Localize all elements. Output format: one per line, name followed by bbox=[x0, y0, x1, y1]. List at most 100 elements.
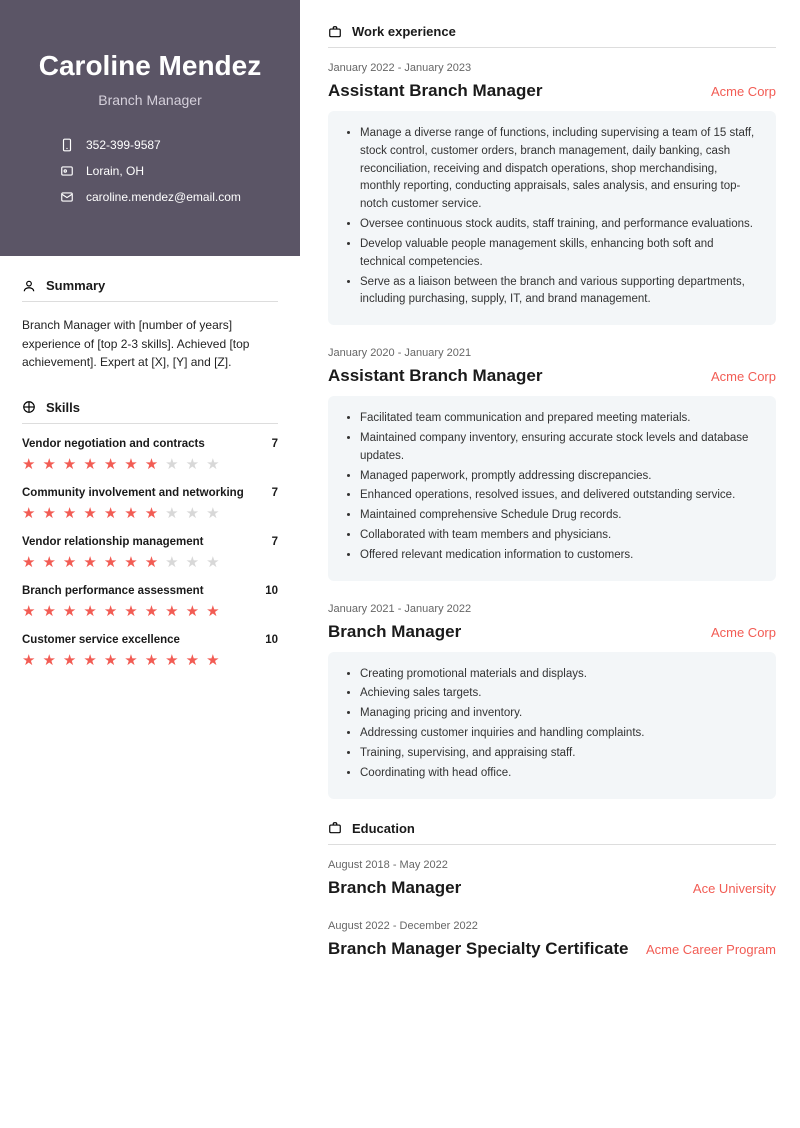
skills-icon bbox=[22, 400, 36, 414]
skill-item: Branch performance assessment 10 ★ ★ ★ ★ ★ ★ ★ ★ ★… bbox=[22, 585, 278, 620]
bullet-item: Facilitated team communication and prepa… bbox=[360, 410, 760, 428]
star-icon: ★ bbox=[22, 455, 35, 473]
person-title: Branch Manager bbox=[20, 92, 280, 108]
star-icon: ★ bbox=[186, 602, 199, 620]
divider bbox=[22, 301, 278, 302]
email-text: caroline.mendez@email.com bbox=[86, 190, 241, 204]
star-icon: ★ bbox=[63, 553, 76, 571]
summary-text: Branch Manager with [number of years] ex… bbox=[22, 316, 278, 372]
education-entry: August 2018 - May 2022Branch ManagerAce … bbox=[328, 859, 776, 898]
bullet-item: Managing pricing and inventory. bbox=[360, 705, 760, 723]
edu-dates: August 2018 - May 2022 bbox=[328, 859, 776, 871]
star-icon: ★ bbox=[104, 504, 117, 522]
bullet-item: Oversee continuous stock audits, staff t… bbox=[360, 216, 760, 234]
phone-text: 352-399-9587 bbox=[86, 138, 161, 152]
star-icon: ★ bbox=[104, 455, 117, 473]
star-icon: ★ bbox=[22, 602, 35, 620]
bullet-item: Maintained company inventory, ensuring a… bbox=[360, 430, 760, 466]
star-icon: ★ bbox=[83, 651, 96, 669]
star-icon: ★ bbox=[124, 651, 137, 669]
star-icon: ★ bbox=[124, 455, 137, 473]
phone-icon bbox=[60, 138, 74, 152]
edu-title: Branch Manager Specialty Certificate bbox=[328, 939, 628, 959]
skill-item: Vendor relationship management7★★★★★★★★★… bbox=[22, 536, 278, 571]
star-icon: ★ bbox=[206, 504, 219, 522]
star-icon: ★ bbox=[206, 602, 219, 620]
header-block: Caroline Mendez Branch Manager 352-399-9… bbox=[0, 0, 300, 256]
star-icon: ★ bbox=[145, 602, 158, 620]
job-title: Branch Manager bbox=[328, 622, 461, 642]
star-icon: ★ bbox=[124, 504, 137, 522]
star-icon: ★ bbox=[104, 602, 117, 620]
skill-name: Vendor negotiation and contracts bbox=[22, 438, 205, 450]
job-bullets: Creating promotional materials and displ… bbox=[328, 652, 776, 799]
education-header: Education bbox=[328, 821, 776, 836]
contact-phone: 352-399-9587 bbox=[60, 138, 280, 152]
bullet-item: Maintained comprehensive Schedule Drug r… bbox=[360, 507, 760, 525]
star-rating: ★★★★★★★★★★ bbox=[22, 602, 278, 620]
divider bbox=[328, 47, 776, 48]
star-icon: ★ bbox=[104, 553, 117, 571]
skill-name: Customer service excellence bbox=[22, 634, 180, 646]
job-dates: January 2022 - January 2023 bbox=[328, 62, 776, 74]
skill-rating: 7 bbox=[272, 438, 278, 450]
star-icon: ★ bbox=[124, 553, 137, 571]
job-entry: January 2021 - January 2022 Branch Manage… bbox=[328, 603, 776, 799]
job-dates: January 2020 - January 2021 bbox=[328, 347, 776, 359]
star-rating: ★★★★★★★★★★ bbox=[22, 504, 278, 522]
star-icon: ★ bbox=[83, 602, 96, 620]
skill-item: Vendor negotiation and contracts7★★★★★★★… bbox=[22, 438, 278, 473]
skill-rating: 7 bbox=[272, 487, 278, 499]
briefcase-icon bbox=[328, 25, 342, 39]
bullet-item: Managed paperwork, promptly addressing d… bbox=[360, 468, 760, 486]
work-label: Work experience bbox=[352, 24, 456, 39]
job-company: Acme Corp bbox=[711, 84, 776, 99]
email-icon bbox=[60, 190, 74, 204]
star-icon: ★ bbox=[42, 602, 55, 620]
job-dates: January 2021 - January 2022 bbox=[328, 603, 776, 615]
star-icon: ★ bbox=[63, 602, 76, 620]
skill-rating: 10 bbox=[265, 634, 278, 646]
star-icon: ★ bbox=[186, 455, 199, 473]
star-icon: ★ bbox=[145, 504, 158, 522]
star-icon: ★ bbox=[186, 504, 199, 522]
divider bbox=[22, 423, 278, 424]
star-icon: ★ bbox=[206, 553, 219, 571]
bullet-item: Develop valuable people management skill… bbox=[360, 236, 760, 272]
star-icon: ★ bbox=[42, 455, 55, 473]
bullet-item: Coordinating with head office. bbox=[360, 765, 760, 783]
skill-item: Customer service excellence10★★★★★★★★★★ bbox=[22, 634, 278, 669]
star-icon: ★ bbox=[165, 651, 178, 669]
bullet-item: Training, supervising, and appraising st… bbox=[360, 745, 760, 763]
bullet-item: Manage a diverse range of functions, inc… bbox=[360, 125, 760, 214]
star-icon: ★ bbox=[22, 651, 35, 669]
user-icon bbox=[22, 279, 36, 293]
star-icon: ★ bbox=[206, 651, 219, 669]
education-entry: August 2022 - December 2022 Branch Manage… bbox=[328, 920, 776, 959]
briefcase-icon bbox=[328, 821, 342, 835]
star-icon: ★ bbox=[22, 553, 35, 571]
location-icon bbox=[60, 164, 74, 178]
location-text: Lorain, OH bbox=[86, 164, 144, 178]
star-icon: ★ bbox=[186, 651, 199, 669]
skill-rating: 10 bbox=[265, 585, 278, 597]
star-icon: ★ bbox=[104, 651, 117, 669]
bullet-item: Serve as a liaison between the branch an… bbox=[360, 274, 760, 310]
skill-rating: 7 bbox=[272, 536, 278, 548]
divider bbox=[328, 844, 776, 845]
skills-header: Skills bbox=[22, 400, 278, 415]
star-icon: ★ bbox=[63, 504, 76, 522]
skill-name: Vendor relationship management bbox=[22, 536, 203, 548]
contact-email: caroline.mendez@email.com bbox=[60, 190, 280, 204]
skills-label: Skills bbox=[46, 400, 80, 415]
education-label: Education bbox=[352, 821, 415, 836]
star-icon: ★ bbox=[165, 602, 178, 620]
skill-name: Branch performance assessment bbox=[22, 585, 204, 597]
edu-dates: August 2022 - December 2022 bbox=[328, 920, 776, 932]
job-company: Acme Corp bbox=[711, 625, 776, 640]
job-bullets: Facilitated team communication and prepa… bbox=[328, 396, 776, 581]
bullet-item: Offered relevant medication information … bbox=[360, 547, 760, 565]
star-icon: ★ bbox=[165, 553, 178, 571]
star-rating: ★★★★★★★★★★ bbox=[22, 651, 278, 669]
star-icon: ★ bbox=[145, 553, 158, 571]
